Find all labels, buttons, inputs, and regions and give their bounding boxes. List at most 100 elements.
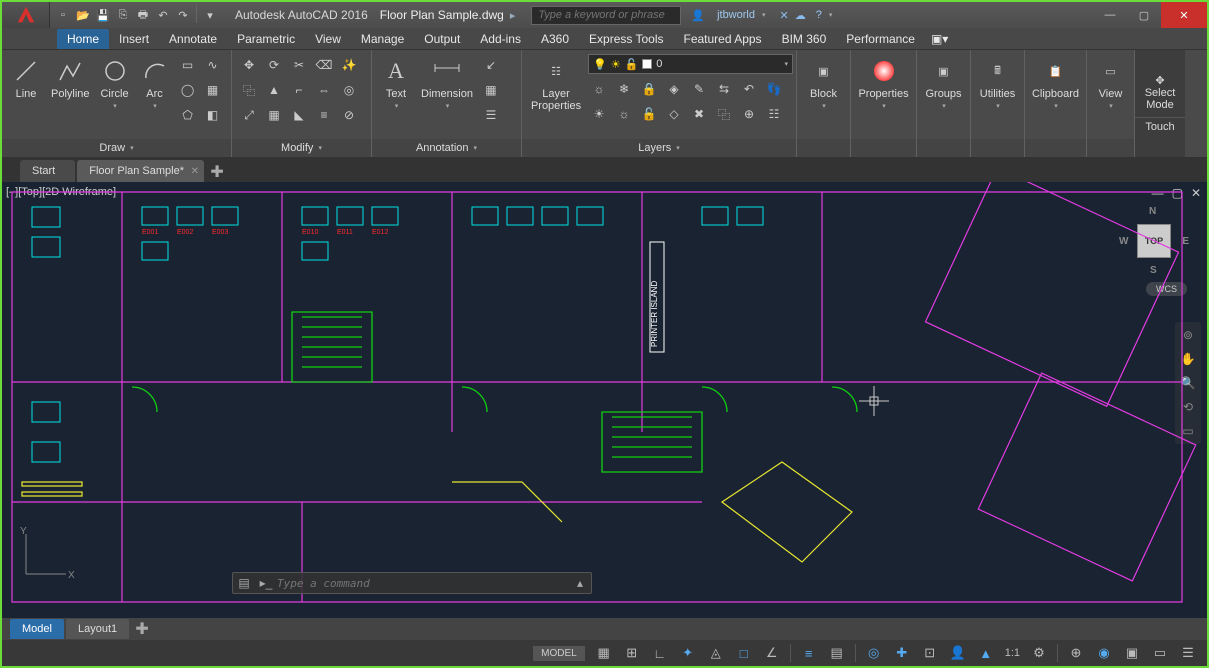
modelspace-toggle[interactable]: MODEL: [533, 646, 585, 661]
layer-properties-button[interactable]: ☷Layer Properties: [528, 54, 584, 114]
osnap-icon[interactable]: □: [731, 642, 757, 664]
region-icon[interactable]: ◧: [202, 104, 224, 126]
signin-name[interactable]: jtbworld: [717, 9, 755, 21]
layout1-tab[interactable]: Layout1: [66, 619, 129, 639]
align-icon[interactable]: ≡: [313, 104, 335, 126]
redo-icon[interactable]: ↷: [173, 5, 193, 25]
table-icon[interactable]: ▦: [480, 79, 502, 101]
layer-del-icon[interactable]: ✖: [688, 103, 710, 125]
stretch-icon[interactable]: ⇔: [313, 79, 335, 101]
utilities-button[interactable]: 🖩Utilities▾: [977, 54, 1018, 112]
tab-parametric[interactable]: Parametric: [227, 29, 305, 49]
transparency-icon[interactable]: ▤: [824, 642, 850, 664]
tab-addins[interactable]: Add-ins: [470, 29, 531, 49]
qp-icon[interactable]: ⊡: [917, 642, 943, 664]
line-button[interactable]: Line: [8, 54, 44, 102]
tab-express[interactable]: Express Tools: [579, 29, 673, 49]
layer-freeze-icon[interactable]: ❄: [613, 78, 635, 100]
layer-walk-icon[interactable]: 👣: [763, 78, 785, 100]
tab-featured[interactable]: Featured Apps: [674, 29, 772, 49]
polyline-button[interactable]: Polyline: [48, 54, 93, 102]
layer-thaw-icon[interactable]: ☼: [613, 103, 635, 125]
ortho-icon[interactable]: ∟: [647, 642, 673, 664]
fillet-icon[interactable]: ⌐: [288, 79, 310, 101]
scale-icon[interactable]: ⤢: [238, 104, 260, 126]
copy-icon[interactable]: ⿻: [238, 79, 260, 101]
ellipse-icon[interactable]: ◯: [177, 79, 199, 101]
erase-icon[interactable]: ⌫: [313, 54, 335, 76]
layer-lock-icon[interactable]: 🔒: [638, 78, 660, 100]
maximize-button[interactable]: ▢: [1127, 2, 1161, 28]
plot-icon[interactable]: 🖶: [133, 5, 153, 25]
otrack-icon[interactable]: ∠: [759, 642, 785, 664]
cmd-history-icon[interactable]: ▤: [233, 576, 255, 590]
open-icon[interactable]: 📂: [73, 5, 93, 25]
rotate-icon[interactable]: ⟳: [263, 54, 285, 76]
tab-insert[interactable]: Insert: [109, 29, 159, 49]
layer-make-icon[interactable]: ✎: [688, 78, 710, 100]
tab-overflow-icon[interactable]: ▣▾: [925, 29, 954, 49]
layer-unlock-icon[interactable]: 🔓: [638, 103, 660, 125]
polar-icon[interactable]: ✦: [675, 642, 701, 664]
minimize-button[interactable]: —: [1093, 2, 1127, 28]
tab-a360[interactable]: A360: [531, 29, 579, 49]
layer-on-icon[interactable]: ☀: [588, 103, 610, 125]
layer-copy-icon[interactable]: ⿻: [713, 103, 735, 125]
groups-button[interactable]: ▣Groups▾: [923, 54, 964, 112]
drawing-canvas[interactable]: [–][Top][2D Wireframe] — ▢ ✕ N S E W TOP…: [2, 182, 1207, 618]
spline-icon[interactable]: ∿: [202, 54, 224, 76]
circle-button[interactable]: Circle▾: [97, 54, 133, 112]
mirror-icon[interactable]: ▲: [263, 79, 285, 101]
iso-icon[interactable]: ◬: [703, 642, 729, 664]
view-button[interactable]: ▭View▾: [1093, 54, 1128, 112]
hw-icon[interactable]: ◉: [1091, 642, 1117, 664]
tab-document[interactable]: Floor Plan Sample*✕: [77, 160, 204, 182]
close-button[interactable]: ✕: [1161, 2, 1207, 28]
move-icon[interactable]: ✥: [238, 54, 260, 76]
arc-button[interactable]: Arc▾: [137, 54, 173, 112]
mtext-icon[interactable]: ☰: [480, 104, 502, 126]
save-icon[interactable]: 💾: [93, 5, 113, 25]
leader-icon[interactable]: ↙: [480, 54, 502, 76]
cycling-icon[interactable]: ◎: [861, 642, 887, 664]
layer-uniso-icon[interactable]: ◇: [663, 103, 685, 125]
add-layout-button[interactable]: ✚: [131, 619, 153, 639]
clipboard-button[interactable]: 📋Clipboard▾: [1031, 54, 1080, 112]
grid-icon[interactable]: ▦: [591, 642, 617, 664]
layer-merge-icon[interactable]: ⊕: [738, 103, 760, 125]
dyn-icon[interactable]: ✚: [889, 642, 915, 664]
custom-icon[interactable]: ☰: [1175, 642, 1201, 664]
tab-view[interactable]: View: [305, 29, 351, 49]
recent-dropdown-icon[interactable]: ▸: [510, 9, 516, 22]
snap-icon[interactable]: ⊞: [619, 642, 645, 664]
block-button[interactable]: ▣Block▾: [806, 54, 842, 112]
layer-match-icon[interactable]: ⇆: [713, 78, 735, 100]
new-icon[interactable]: ▫: [53, 5, 73, 25]
chamfer-icon[interactable]: ◣: [288, 104, 310, 126]
explode-icon[interactable]: ✨: [338, 54, 360, 76]
iso2-icon[interactable]: ▣: [1119, 642, 1145, 664]
tab-annotate[interactable]: Annotate: [159, 29, 227, 49]
sc-icon[interactable]: 👤: [945, 642, 971, 664]
hatch-icon[interactable]: ▦: [202, 79, 224, 101]
layer-iso-icon[interactable]: ◈: [663, 78, 685, 100]
help-icon[interactable]: ?: [816, 9, 822, 21]
add-tab-button[interactable]: ✚: [206, 162, 228, 182]
polygon-icon[interactable]: ⬠: [177, 104, 199, 126]
layer-prev-icon[interactable]: ↶: [738, 78, 760, 100]
lwt-icon[interactable]: ≡: [796, 642, 822, 664]
offset-icon[interactable]: ◎: [338, 79, 360, 101]
command-line[interactable]: ▤ ▸_ ▴: [232, 572, 592, 594]
help-dd-icon[interactable]: ▾: [829, 11, 833, 19]
anno-icon[interactable]: ▲: [973, 642, 999, 664]
signin-dd-icon[interactable]: ▾: [762, 11, 766, 19]
select-mode-button[interactable]: ✥SelectMode: [1145, 74, 1176, 111]
tab-start[interactable]: Start: [20, 160, 75, 182]
layer-state-icon[interactable]: ☷: [763, 103, 785, 125]
properties-button[interactable]: Properties▾: [857, 54, 910, 112]
mon-icon[interactable]: ⊕: [1063, 642, 1089, 664]
text-button[interactable]: AText▾: [378, 54, 414, 112]
command-input[interactable]: [277, 577, 569, 590]
rect-icon[interactable]: ▭: [177, 54, 199, 76]
undo-icon[interactable]: ↶: [153, 5, 173, 25]
